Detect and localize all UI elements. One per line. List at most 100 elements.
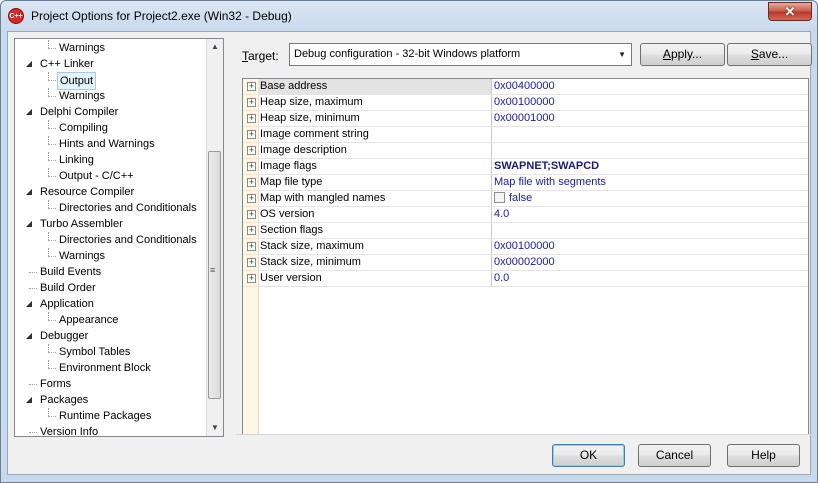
plus-box-icon[interactable]: + xyxy=(247,194,256,203)
help-button[interactable]: Help xyxy=(727,444,800,467)
tree-item[interactable]: ◢ Debugger xyxy=(15,328,205,344)
property-name[interactable]: Heap size, minimum xyxy=(258,111,492,126)
property-name[interactable]: Image comment string xyxy=(258,127,492,142)
arrow-up-icon[interactable]: ▲ xyxy=(207,39,223,55)
property-value[interactable]: 4.0 xyxy=(494,207,509,222)
apply-button[interactable]: Apply... xyxy=(640,43,725,66)
tree-item[interactable]: Version Info xyxy=(15,424,205,436)
tree-item[interactable]: ◢ Delphi Compiler xyxy=(15,104,205,120)
plus-box-icon[interactable]: + xyxy=(247,258,256,267)
tree-item[interactable]: Warnings xyxy=(15,248,205,264)
plus-box-icon[interactable]: + xyxy=(247,210,256,219)
property-row[interactable]: + Base address 0x00400000 xyxy=(243,79,808,95)
triangle-down-icon[interactable]: ◢ xyxy=(24,184,34,200)
plus-box-icon[interactable]: + xyxy=(247,98,256,107)
property-name[interactable]: Stack size, maximum xyxy=(258,239,492,254)
plus-box-icon[interactable]: + xyxy=(247,146,256,155)
property-name[interactable]: Map with mangled names xyxy=(258,191,492,206)
tree-item[interactable]: Warnings xyxy=(15,40,205,56)
property-row[interactable]: + Image comment string xyxy=(243,127,808,143)
options-tree[interactable]: Warnings ◢ C++ Linker Output Warnings ◢ Delphi… xyxy=(14,38,224,437)
property-name[interactable]: Map file type xyxy=(258,175,492,190)
property-row[interactable]: + OS version 4.0 xyxy=(243,207,808,223)
tree-item[interactable]: Warnings xyxy=(15,88,205,104)
property-name[interactable]: Image description xyxy=(258,143,492,158)
ok-button[interactable]: OK xyxy=(552,444,625,467)
property-row[interactable]: + Map with mangled names false xyxy=(243,191,808,207)
tree-connector xyxy=(48,168,49,176)
property-value[interactable]: 0x00100000 xyxy=(494,239,555,254)
property-value[interactable]: 0.0 xyxy=(494,271,509,286)
tree-item[interactable]: ◢ Application xyxy=(15,296,205,312)
tree-item[interactable]: Directories and Conditionals xyxy=(15,232,205,248)
triangle-down-icon[interactable]: ◢ xyxy=(24,392,34,408)
property-name[interactable]: User version xyxy=(258,271,492,286)
title-bar[interactable]: C++ Project Options for Project2.exe (Wi… xyxy=(1,1,817,31)
cancel-button[interactable]: Cancel xyxy=(638,444,711,467)
triangle-down-icon[interactable]: ◢ xyxy=(24,296,34,312)
tree-item[interactable]: Build Order xyxy=(15,280,205,296)
tree-connector xyxy=(48,360,49,368)
property-value[interactable]: Map file with segments xyxy=(494,175,606,190)
property-value[interactable]: SWAPNET;SWAPCD xyxy=(494,159,599,174)
tree-connector xyxy=(48,368,56,369)
plus-box-icon[interactable]: + xyxy=(247,130,256,139)
property-row[interactable]: + Stack size, minimum 0x00002000 xyxy=(243,255,808,271)
property-value[interactable]: 0x00002000 xyxy=(494,255,555,270)
tree-item[interactable]: Directories and Conditionals xyxy=(15,200,205,216)
property-value[interactable]: 0x00100000 xyxy=(494,95,555,110)
property-row[interactable]: + Heap size, maximum 0x00100000 xyxy=(243,95,808,111)
tree-item[interactable]: Compiling xyxy=(15,120,205,136)
property-row[interactable]: + Section flags xyxy=(243,223,808,239)
property-name[interactable]: Image flags xyxy=(258,159,492,174)
plus-box-icon[interactable]: + xyxy=(247,114,256,123)
plus-box-icon[interactable]: + xyxy=(247,226,256,235)
tree-item[interactable]: Linking xyxy=(15,152,205,168)
plus-box-icon[interactable]: + xyxy=(247,82,256,91)
tree-item[interactable]: ◢ Resource Compiler xyxy=(15,184,205,200)
plus-box-icon[interactable]: + xyxy=(247,162,256,171)
tree-item[interactable]: Environment Block xyxy=(15,360,205,376)
property-row[interactable]: + User version 0.0 xyxy=(243,271,808,287)
checkbox[interactable] xyxy=(494,192,505,203)
property-name[interactable]: Base address xyxy=(258,79,492,94)
tree-scrollbar[interactable]: ▲ ≡ ▼ xyxy=(206,39,223,436)
triangle-down-icon[interactable]: ◢ xyxy=(24,56,34,72)
property-row[interactable]: + Image flags SWAPNET;SWAPCD xyxy=(243,159,808,175)
property-row[interactable]: + Heap size, minimum 0x00001000 xyxy=(243,111,808,127)
property-row[interactable]: + Image description xyxy=(243,143,808,159)
tree-item[interactable]: Output - C/C++ xyxy=(15,168,205,184)
tree-item-label: Appearance xyxy=(59,314,119,326)
close-button[interactable]: ✕ xyxy=(768,2,812,21)
property-name[interactable]: Heap size, maximum xyxy=(258,95,492,110)
target-dropdown[interactable]: Debug configuration - 32-bit Windows pla… xyxy=(289,43,632,66)
tree-item[interactable]: Hints and Warnings xyxy=(15,136,205,152)
triangle-down-icon[interactable]: ◢ xyxy=(24,328,34,344)
tree-item[interactable]: ◢ C++ Linker xyxy=(15,56,205,72)
plus-box-icon[interactable]: + xyxy=(247,274,256,283)
scrollbar-thumb[interactable] xyxy=(208,151,221,399)
plus-box-icon[interactable]: + xyxy=(247,178,256,187)
tree-item[interactable]: Symbol Tables xyxy=(15,344,205,360)
arrow-down-icon[interactable]: ▼ xyxy=(207,420,223,436)
tree-item[interactable]: Forms xyxy=(15,376,205,392)
property-name[interactable]: Section flags xyxy=(258,223,492,238)
tree-item[interactable]: ◢ Turbo Assembler xyxy=(15,216,205,232)
property-value[interactable]: false xyxy=(494,191,532,206)
tree-item[interactable]: Build Events xyxy=(15,264,205,280)
triangle-down-icon[interactable]: ◢ xyxy=(24,104,34,120)
tree-item[interactable]: Appearance xyxy=(15,312,205,328)
triangle-down-icon[interactable]: ◢ xyxy=(24,216,34,232)
tree-item[interactable]: Runtime Packages xyxy=(15,408,205,424)
save-button[interactable]: Save... xyxy=(727,43,812,66)
property-value[interactable]: 0x00001000 xyxy=(494,111,555,126)
plus-box-icon[interactable]: + xyxy=(247,242,256,251)
tree-item[interactable]: ◢ Packages xyxy=(15,392,205,408)
tree-item[interactable]: Output xyxy=(15,72,205,90)
property-row[interactable]: + Stack size, maximum 0x00100000 xyxy=(243,239,808,255)
property-value[interactable]: 0x00400000 xyxy=(494,79,555,94)
property-name[interactable]: Stack size, minimum xyxy=(258,255,492,270)
property-name[interactable]: OS version xyxy=(258,207,492,222)
property-row[interactable]: + Map file type Map file with segments xyxy=(243,175,808,191)
property-grid[interactable]: + Base address 0x00400000 + Heap size, maxim… xyxy=(242,78,809,435)
